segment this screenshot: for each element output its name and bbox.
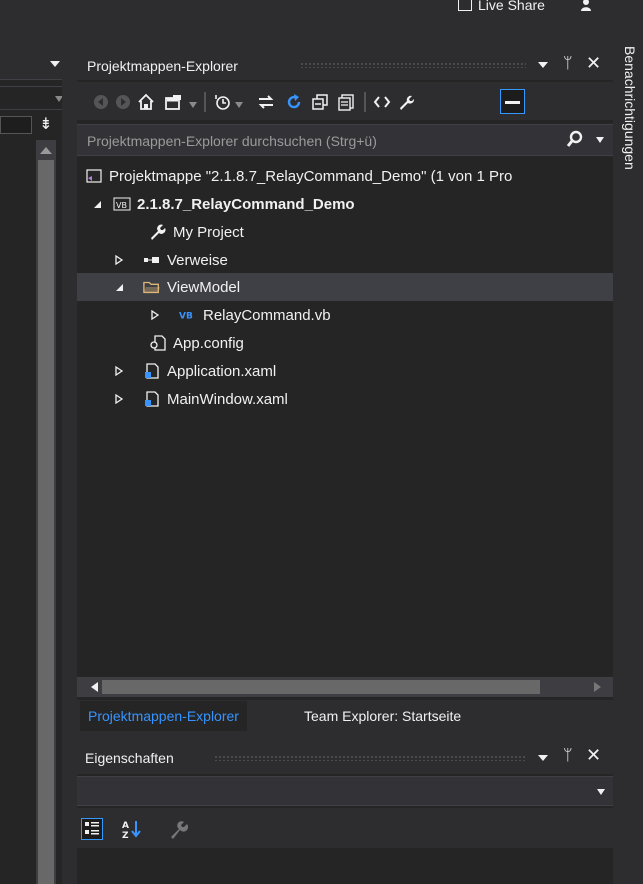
tree-item-app-config[interactable]: App.config: [77, 329, 613, 357]
pending-changes-filter-icon[interactable]: [212, 92, 232, 112]
sync-with-active-document-icon[interactable]: [256, 92, 276, 112]
alphabetical-button[interactable]: AZ: [121, 818, 143, 841]
tree-item-label: My Project: [173, 223, 244, 241]
show-all-files-icon[interactable]: [336, 92, 356, 112]
refresh-icon[interactable]: [284, 92, 304, 112]
toolbar-separator: [364, 92, 366, 112]
notifications-tab[interactable]: Benachrichtigungen: [622, 46, 638, 170]
object-selector-dropdown[interactable]: [77, 776, 613, 806]
split-editor-icon[interactable]: ⇟: [37, 116, 55, 134]
tree-item-label: RelayCommand.vb: [203, 306, 331, 324]
references-icon: [143, 251, 161, 269]
collapsed-arrow-icon[interactable]: [113, 254, 125, 266]
scroll-right-icon[interactable]: [594, 682, 602, 692]
tree-item-label: MainWindow.xaml: [167, 390, 288, 408]
titlebar-grip: [300, 62, 526, 68]
forward-icon[interactable]: [114, 92, 132, 112]
collapsed-arrow-icon[interactable]: [113, 365, 125, 377]
horizontal-scroll-thumb[interactable]: [102, 680, 540, 694]
xaml-file-icon: [143, 362, 161, 380]
sort-alphabetical-icon: AZ: [122, 821, 141, 841]
scroll-up-icon[interactable]: [40, 146, 52, 154]
xaml-file-icon: [143, 390, 161, 408]
svg-text:A: A: [122, 821, 129, 831]
tree-item-label: Verweise: [167, 251, 228, 269]
properties-wrench-icon[interactable]: [396, 92, 416, 112]
tree-item-project[interactable]: VB 2.1.8.7_RelayCommand_Demo: [77, 190, 613, 218]
categorized-button[interactable]: [81, 818, 103, 840]
search-icon[interactable]: [566, 130, 584, 148]
vb-file-icon: VB: [179, 306, 197, 324]
titlebar-grip: [214, 755, 526, 761]
wrench-icon: [171, 821, 189, 839]
tab-solution-explorer[interactable]: Projektmappen-Explorer: [80, 701, 247, 731]
collapsed-arrow-icon[interactable]: [113, 393, 125, 405]
scroll-left-icon[interactable]: [90, 682, 98, 692]
panel-divider: [62, 38, 74, 884]
config-file-icon: [149, 334, 167, 352]
svg-text:VB: VB: [116, 201, 127, 210]
live-share-label: Live Share: [478, 0, 545, 13]
title-bar: [0, 0, 643, 38]
tree-item-label: Application.xaml: [167, 362, 277, 380]
wrench-icon: [149, 223, 167, 241]
svg-text:VB: VB: [179, 312, 193, 321]
tree-item-label: App.config: [173, 334, 244, 352]
categorized-icon: [85, 822, 99, 835]
svg-text:Z: Z: [122, 831, 129, 840]
window-position-dropdown-icon[interactable]: [538, 61, 548, 69]
collapse-all-icon[interactable]: [310, 92, 330, 112]
search-options-dropdown-icon[interactable]: [596, 137, 604, 143]
profile-icon[interactable]: [580, 0, 594, 12]
close-icon[interactable]: ✕: [586, 746, 602, 764]
editor-panel: [0, 48, 70, 884]
editor-scroll-thumb[interactable]: [38, 160, 54, 884]
solution-explorer-title: Projektmappen-Explorer: [87, 58, 238, 74]
live-share-icon: [458, 0, 472, 11]
tree-item-references[interactable]: Verweise: [77, 246, 613, 274]
tree-item-label: 2.1.8.7_RelayCommand_Demo: [137, 195, 355, 213]
tree-item-label: Projektmappe "2.1.8.7_RelayCommand_Demo"…: [109, 167, 513, 185]
property-pages-button[interactable]: [168, 818, 190, 840]
preview-selected-icon: [505, 101, 520, 104]
tree-item-relaycommand-vb[interactable]: VB RelayCommand.vb: [77, 301, 613, 329]
toolbar-separator: [204, 92, 206, 112]
preview-selected-items-toggle[interactable]: [500, 89, 525, 114]
tree-item-solution[interactable]: Projektmappe "2.1.8.7_RelayCommand_Demo"…: [77, 162, 613, 190]
chevron-down-icon[interactable]: [597, 789, 605, 795]
view-code-icon[interactable]: [372, 92, 392, 112]
close-icon[interactable]: ✕: [586, 54, 602, 72]
window-position-dropdown-icon[interactable]: [538, 754, 548, 762]
home-icon[interactable]: [136, 92, 156, 112]
pin-icon[interactable]: ᛘ: [563, 55, 577, 72]
tree-item-mainwindow-xaml[interactable]: MainWindow.xaml: [77, 385, 613, 413]
solution-icon: [85, 167, 103, 185]
switch-views-icon[interactable]: [164, 92, 186, 112]
chevron-down-icon[interactable]: [188, 95, 198, 115]
pin-icon[interactable]: ᛘ: [563, 747, 577, 764]
expanded-arrow-icon[interactable]: [113, 281, 125, 293]
tab-team-explorer[interactable]: Team Explorer: Startseite: [296, 701, 469, 731]
editor-navigation-field[interactable]: [0, 116, 32, 134]
tree-item-application-xaml[interactable]: Application.xaml: [77, 357, 613, 385]
vb-project-icon: VB: [113, 195, 131, 213]
live-share-button[interactable]: Live Share: [458, 0, 545, 16]
chevron-down-icon[interactable]: [50, 60, 60, 68]
properties-toolbar: [77, 808, 613, 848]
search-input[interactable]: [87, 131, 507, 151]
properties-title: Eigenschaften: [85, 750, 174, 766]
tree-item-viewmodel[interactable]: ViewModel: [77, 273, 613, 301]
folder-open-icon: [143, 278, 161, 296]
collapsed-arrow-icon[interactable]: [149, 309, 161, 321]
chevron-down-icon[interactable]: [234, 95, 244, 115]
tree-item-label: ViewModel: [167, 278, 241, 296]
property-grid: [77, 850, 613, 884]
back-icon[interactable]: [92, 92, 110, 112]
tree-item-my-project[interactable]: My Project: [77, 218, 613, 246]
expanded-arrow-icon[interactable]: [91, 198, 103, 210]
